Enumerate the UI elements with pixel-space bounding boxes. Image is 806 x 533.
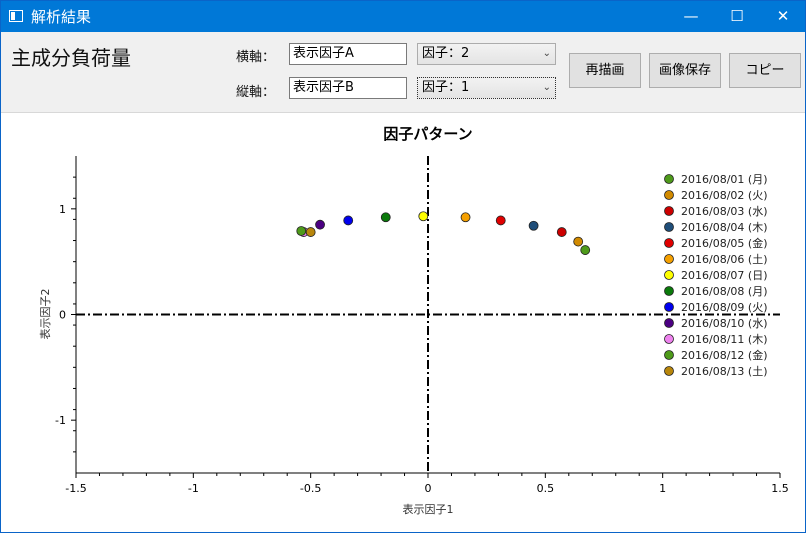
legend-label: 2016/08/08 (月) [681, 285, 767, 298]
maximize-button[interactable]: ☐ [714, 1, 760, 32]
toolbar: 主成分負荷量 横軸： 表示因子A 因子：2 ⌄ 縦軸： 表示因子B 因子：1 ⌄… [1, 32, 805, 112]
x-tick-label: 1.5 [771, 482, 789, 495]
x-factor-select[interactable]: 因子：2 ⌄ [417, 43, 556, 65]
close-button[interactable]: ✕ [760, 1, 805, 32]
x-factor-selected-value: 因子：2 [422, 46, 470, 61]
factor-pattern-chart: 因子パターン 表示因子2 表示因子1 -1.5 -1 -0.5 0 0.5 1 1.5 -1 0… [38, 125, 789, 516]
legend-label: 2016/08/10 (水) [681, 317, 767, 330]
data-point [418, 211, 429, 222]
legend-label: 2016/08/03 (水) [681, 205, 767, 218]
x-tick-label: -0.5 [300, 482, 321, 495]
y-tick-label: -1 [55, 414, 66, 427]
legend-marker [664, 366, 674, 376]
data-point [380, 212, 391, 223]
x-tick-label: -1 [188, 482, 199, 495]
legend-marker [664, 254, 674, 264]
legend-marker [664, 270, 674, 280]
data-point [573, 236, 584, 247]
y-axis-name-input[interactable]: 表示因子B [289, 77, 407, 99]
x-axis-label: 横軸： [236, 50, 276, 65]
data-point [315, 219, 325, 230]
legend-label: 2016/08/04 (木) [681, 221, 767, 234]
x-tick-label: 1 [659, 482, 666, 495]
analysis-result-window: 解析結果 — ☐ ✕ 主成分負荷量 横軸： 表示因子A 因子：2 ⌄ 縦軸： 表… [0, 0, 806, 533]
plot-area: -1.5 -1 -0.5 0 0.5 1 1.5 -1 0 1 2016/08/01 (月) 2016… [55, 156, 789, 495]
legend-label: 2016/08/02 (火) [681, 189, 767, 202]
legend-marker [664, 206, 674, 216]
legend-marker [664, 238, 674, 248]
legend-label: 2016/08/06 (土) [681, 253, 767, 266]
y-axis-title: 表示因子2 [38, 289, 52, 340]
legend-marker [664, 302, 674, 312]
x-tick-label: 0.5 [537, 482, 555, 495]
data-point [556, 227, 567, 237]
data-point [495, 215, 506, 226]
chevron-down-icon: ⌄ [542, 48, 551, 59]
legend-marker [664, 318, 674, 328]
legend-marker [664, 350, 674, 360]
data-point [528, 220, 539, 231]
legend-label: 2016/08/12 (金) [681, 348, 767, 362]
y-factor-select[interactable]: 因子：1 ⌄ [417, 77, 556, 99]
redraw-button[interactable]: 再描画 [569, 53, 641, 88]
save-image-button[interactable]: 画像保存 [649, 53, 721, 88]
y-axis-label: 縦軸： [236, 85, 276, 100]
y-tick-label: 1 [59, 203, 66, 216]
y-factor-selected-value: 因子：1 [422, 80, 470, 95]
page-heading: 主成分負荷量 [11, 46, 131, 70]
legend-marker [664, 190, 674, 200]
data-point [305, 227, 316, 237]
data-point [460, 212, 471, 223]
x-tick-label: -1.5 [65, 482, 86, 495]
legend-marker [664, 286, 674, 296]
y-tick-label: 0 [59, 309, 66, 322]
legend-label: 2016/08/01 (月) [681, 173, 767, 186]
chart-title: 因子パターン [383, 125, 472, 143]
legend-marker [664, 174, 674, 184]
legend-marker [664, 222, 674, 232]
chevron-down-icon: ⌄ [542, 82, 551, 93]
legend-label: 2016/08/05 (金) [681, 236, 767, 250]
legend-label: 2016/08/11 (木) [681, 333, 767, 346]
app-window-icon [9, 10, 23, 22]
data-point [580, 245, 591, 255]
legend-marker [664, 334, 674, 344]
window-title: 解析結果 [31, 8, 92, 26]
legend-label: 2016/08/07 (日) [681, 269, 767, 282]
legend-label: 2016/08/13 (土) [681, 365, 767, 378]
title-bar[interactable]: 解析結果 — ☐ ✕ [1, 1, 805, 32]
x-axis-name-input[interactable]: 表示因子A [289, 43, 407, 65]
x-axis-title: 表示因子1 [403, 502, 454, 516]
minimize-button[interactable]: — [668, 1, 714, 32]
data-point [296, 226, 307, 236]
legend-label: 2016/08/09 (火) [681, 301, 767, 314]
copy-button[interactable]: コピー [729, 53, 801, 88]
x-tick-label: 0 [425, 482, 432, 495]
data-point [343, 215, 354, 226]
